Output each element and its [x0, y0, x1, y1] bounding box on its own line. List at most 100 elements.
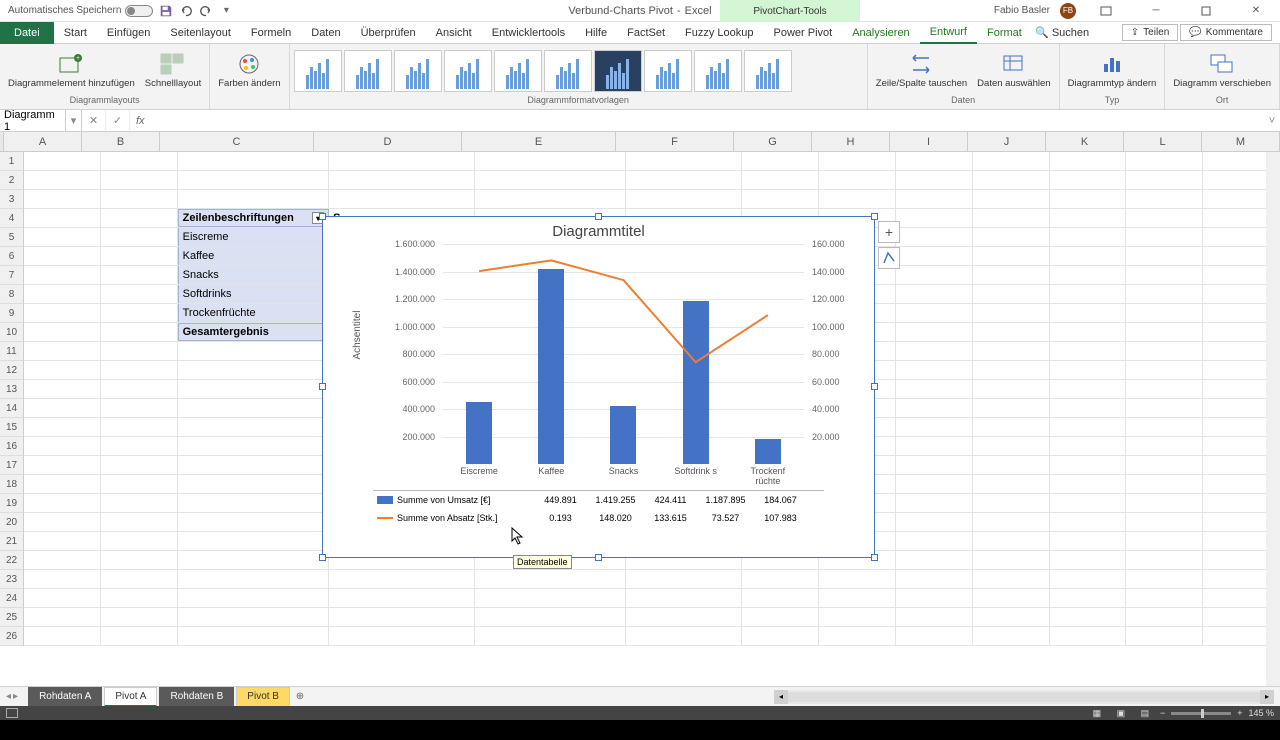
- cell-A7[interactable]: [24, 266, 101, 284]
- name-box[interactable]: Diagramm 1: [0, 110, 66, 131]
- cell-K15[interactable]: [1050, 418, 1127, 436]
- cell-B8[interactable]: [101, 285, 178, 303]
- chart-style-5[interactable]: [494, 50, 542, 92]
- cell-B23[interactable]: [101, 570, 178, 588]
- cell-L5[interactable]: [1126, 228, 1203, 246]
- cell-K9[interactable]: [1050, 304, 1127, 322]
- cell-A15[interactable]: [24, 418, 101, 436]
- cell-J4[interactable]: [973, 209, 1050, 227]
- cell-F26[interactable]: [626, 627, 742, 645]
- cell-C7[interactable]: Snacks: [178, 266, 330, 284]
- pivot-chart[interactable]: + Diagrammtitel Achsentitel 1.600.0001.4…: [322, 216, 875, 558]
- tab-hilfe[interactable]: Hilfe: [575, 22, 617, 44]
- cell-H25[interactable]: [819, 608, 896, 626]
- cell-H3[interactable]: [819, 190, 896, 208]
- cell-C13[interactable]: [178, 380, 330, 398]
- autosave-toggle[interactable]: Automatisches Speichern: [8, 5, 153, 17]
- save-icon[interactable]: [159, 4, 173, 18]
- move-chart-button[interactable]: Diagramm verschieben: [1169, 50, 1275, 91]
- cell-B24[interactable]: [101, 589, 178, 607]
- cell-J23[interactable]: [973, 570, 1050, 588]
- cell-B15[interactable]: [101, 418, 178, 436]
- add-chart-element-button[interactable]: + Diagrammelement hinzufügen: [4, 50, 139, 91]
- cell-I8[interactable]: [896, 285, 973, 303]
- cell-I25[interactable]: [896, 608, 973, 626]
- cell-L7[interactable]: [1126, 266, 1203, 284]
- chart-style-3[interactable]: [394, 50, 442, 92]
- col-header-H[interactable]: H: [812, 132, 890, 151]
- cell-L22[interactable]: [1126, 551, 1203, 569]
- col-header-C[interactable]: C: [160, 132, 314, 151]
- cell-L4[interactable]: [1126, 209, 1203, 227]
- cell-J10[interactable]: [973, 323, 1050, 341]
- cell-C4[interactable]: Zeilenbeschriftungen▾: [178, 209, 330, 227]
- col-header-D[interactable]: D: [314, 132, 462, 151]
- cell-I20[interactable]: [896, 513, 973, 531]
- cell-A18[interactable]: [24, 475, 101, 493]
- cell-C24[interactable]: [178, 589, 330, 607]
- cell-C20[interactable]: [178, 513, 330, 531]
- cell-C23[interactable]: [178, 570, 330, 588]
- toggle-off-icon[interactable]: [125, 5, 153, 17]
- cell-F24[interactable]: [626, 589, 742, 607]
- cell-L18[interactable]: [1126, 475, 1203, 493]
- cell-K5[interactable]: [1050, 228, 1127, 246]
- cell-C8[interactable]: Softdrinks: [178, 285, 330, 303]
- tab-entwurf[interactable]: Entwurf: [920, 22, 977, 44]
- cell-L6[interactable]: [1126, 247, 1203, 265]
- chart-style-8[interactable]: [644, 50, 692, 92]
- cell-G24[interactable]: [742, 589, 819, 607]
- resize-handle[interactable]: [319, 213, 326, 220]
- cell-C3[interactable]: [178, 190, 330, 208]
- cell-J3[interactable]: [973, 190, 1050, 208]
- cell-L10[interactable]: [1126, 323, 1203, 341]
- cell-F1[interactable]: [626, 152, 742, 170]
- cell-K23[interactable]: [1050, 570, 1127, 588]
- tab-formeln[interactable]: Formeln: [241, 22, 301, 44]
- cell-I7[interactable]: [896, 266, 973, 284]
- cell-I17[interactable]: [896, 456, 973, 474]
- cell-K6[interactable]: [1050, 247, 1127, 265]
- cancel-formula-icon[interactable]: ✕: [82, 110, 106, 131]
- enter-formula-icon[interactable]: ✓: [106, 110, 130, 131]
- cell-L14[interactable]: [1126, 399, 1203, 417]
- col-header-B[interactable]: B: [82, 132, 160, 151]
- cell-C19[interactable]: [178, 494, 330, 512]
- bar-Kaffee[interactable]: [538, 269, 564, 464]
- cell-J18[interactable]: [973, 475, 1050, 493]
- cell-B6[interactable]: [101, 247, 178, 265]
- row-header-14[interactable]: 14: [0, 399, 24, 418]
- cell-C2[interactable]: [178, 171, 330, 189]
- cell-B2[interactable]: [101, 171, 178, 189]
- row-header-3[interactable]: 3: [0, 190, 24, 209]
- cell-L2[interactable]: [1126, 171, 1203, 189]
- row-header-25[interactable]: 25: [0, 608, 24, 627]
- cell-D1[interactable]: [329, 152, 475, 170]
- cell-K2[interactable]: [1050, 171, 1127, 189]
- row-header-4[interactable]: 4: [0, 209, 24, 228]
- cell-A10[interactable]: [24, 323, 101, 341]
- row-header-12[interactable]: 12: [0, 361, 24, 380]
- cell-B21[interactable]: [101, 532, 178, 550]
- cell-A19[interactable]: [24, 494, 101, 512]
- cell-B25[interactable]: [101, 608, 178, 626]
- cell-A9[interactable]: [24, 304, 101, 322]
- cell-B1[interactable]: [101, 152, 178, 170]
- tab-file[interactable]: Datei: [0, 22, 54, 44]
- cell-A16[interactable]: [24, 437, 101, 455]
- cell-J7[interactable]: [973, 266, 1050, 284]
- cell-B4[interactable]: [101, 209, 178, 227]
- row-header-1[interactable]: 1: [0, 152, 24, 171]
- resize-handle[interactable]: [871, 383, 878, 390]
- cell-A14[interactable]: [24, 399, 101, 417]
- cell-D23[interactable]: [329, 570, 475, 588]
- cell-B18[interactable]: [101, 475, 178, 493]
- search-icon[interactable]: 🔍: [1032, 26, 1052, 39]
- cell-A13[interactable]: [24, 380, 101, 398]
- col-header-M[interactable]: M: [1202, 132, 1280, 151]
- row-header-18[interactable]: 18: [0, 475, 24, 494]
- chart-style-10[interactable]: [744, 50, 792, 92]
- cell-B9[interactable]: [101, 304, 178, 322]
- cell-I19[interactable]: [896, 494, 973, 512]
- bar-Trockenfrüchte[interactable]: [755, 439, 781, 464]
